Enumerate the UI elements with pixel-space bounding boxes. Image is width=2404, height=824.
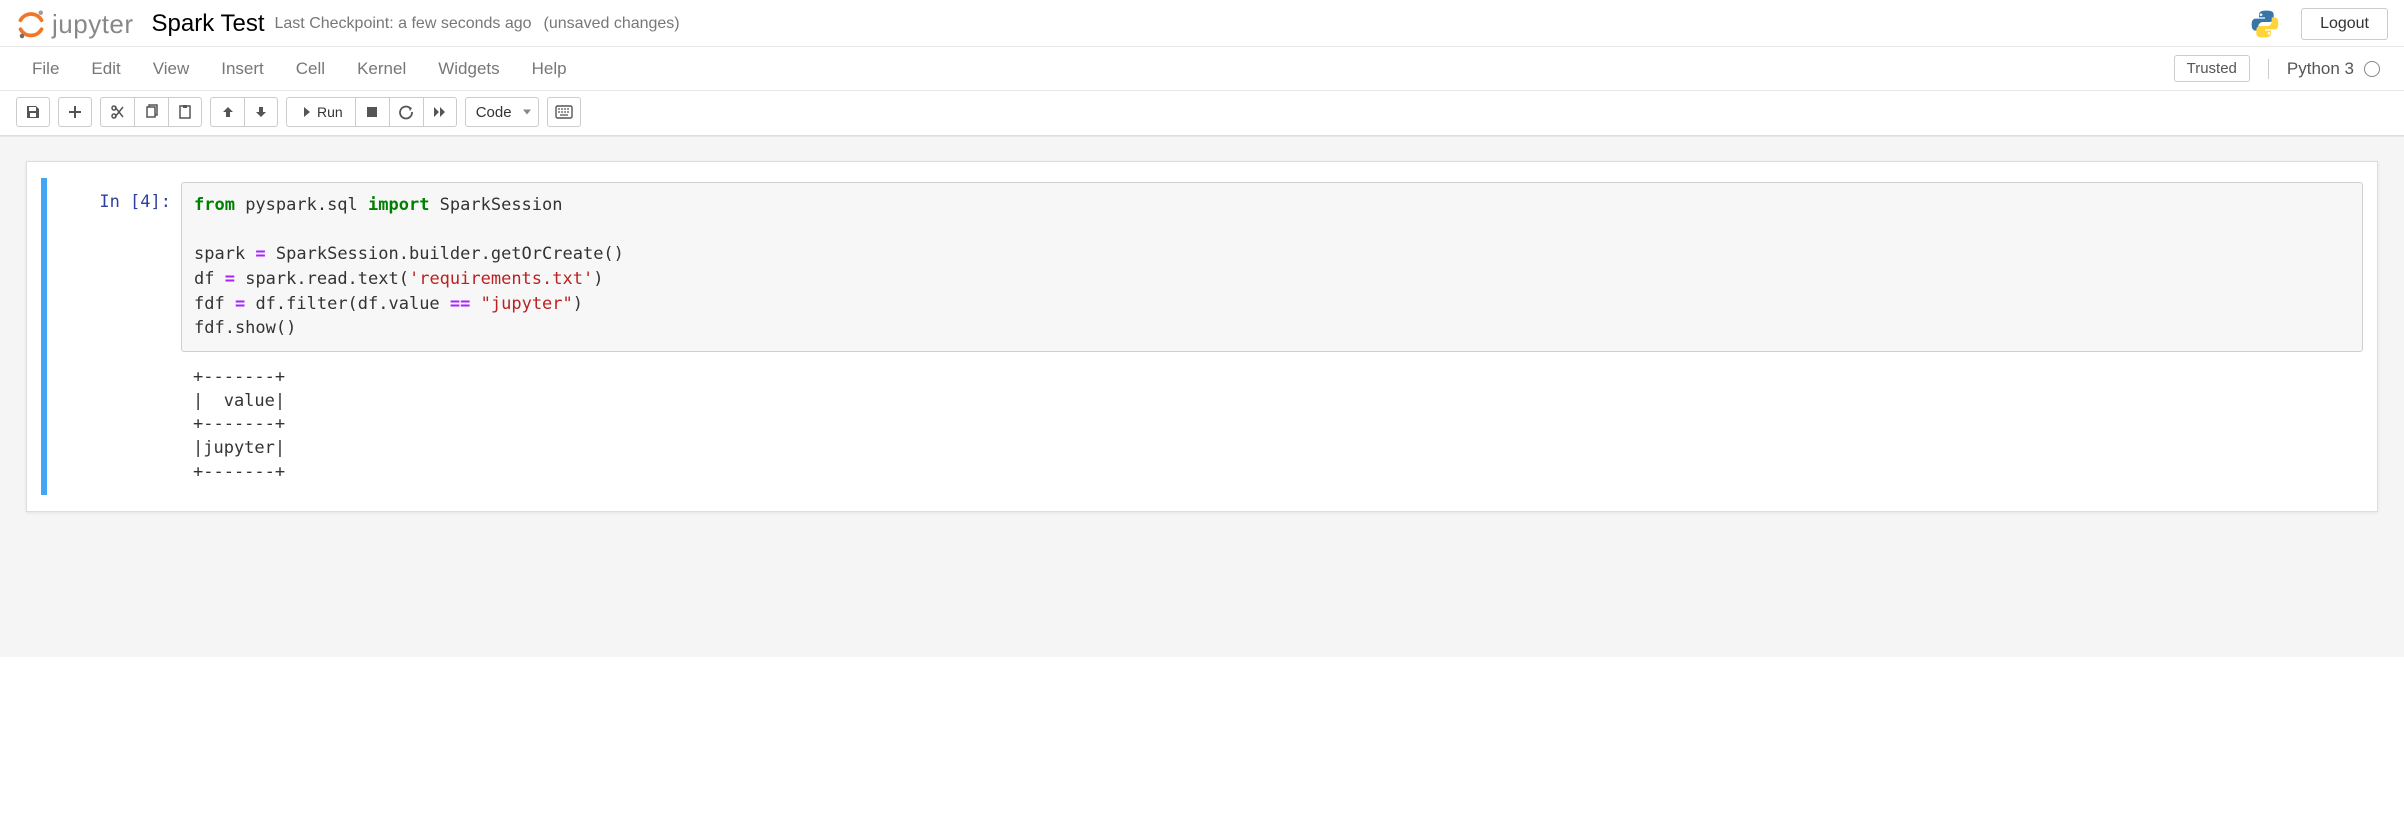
run-icon: [299, 106, 311, 118]
input-prompt: In [4]:: [41, 182, 181, 491]
arrow-up-icon: [221, 105, 235, 119]
cell-output: +-------+ | value| +-------+ |jupyter| +…: [181, 352, 2363, 491]
menu-help[interactable]: Help: [516, 49, 583, 89]
restart-icon: [398, 104, 414, 120]
notebook-container: In [4]: from pyspark.sql import SparkSes…: [26, 161, 2378, 512]
scissors-icon: [110, 104, 126, 120]
fast-forward-icon: [433, 105, 447, 119]
interrupt-kernel-button[interactable]: [355, 97, 389, 127]
save-button[interactable]: [16, 97, 50, 127]
menu-kernel[interactable]: Kernel: [341, 49, 422, 89]
keyboard-icon: [555, 105, 573, 119]
notebook-scroll-area[interactable]: In [4]: from pyspark.sql import SparkSes…: [0, 137, 2404, 657]
kernel-indicator[interactable]: Python 3: [2268, 59, 2380, 79]
notebook-name[interactable]: Spark Test: [152, 10, 265, 38]
autosave-status: (unsaved changes): [544, 15, 680, 33]
menu-insert[interactable]: Insert: [205, 49, 280, 89]
notebook-header: jupyter Spark Test Last Checkpoint: a fe…: [0, 0, 2404, 47]
arrow-down-icon: [254, 105, 268, 119]
plus-icon: [68, 105, 82, 119]
jupyter-logo[interactable]: jupyter: [16, 9, 134, 40]
restart-kernel-button[interactable]: [389, 97, 423, 127]
menu-file[interactable]: File: [16, 49, 75, 89]
paste-cell-button[interactable]: [168, 97, 202, 127]
menu-edit[interactable]: Edit: [75, 49, 136, 89]
checkpoint-status: Last Checkpoint: a few seconds ago: [275, 15, 532, 33]
jupyter-wordmark: jupyter: [52, 9, 134, 40]
menu-cell[interactable]: Cell: [280, 49, 341, 89]
toolbar: Run Code: [0, 91, 2404, 136]
menu-view[interactable]: View: [137, 49, 206, 89]
copy-icon: [144, 104, 160, 120]
menu-widgets[interactable]: Widgets: [422, 49, 515, 89]
code-input-area[interactable]: from pyspark.sql import SparkSession spa…: [181, 182, 2363, 352]
cell-type-select-wrap: Code: [465, 97, 539, 127]
restart-run-all-button[interactable]: [423, 97, 457, 127]
move-cell-down-button[interactable]: [244, 97, 278, 127]
jupyter-icon: [16, 9, 46, 39]
insert-cell-below-button[interactable]: [58, 97, 92, 127]
command-palette-button[interactable]: [547, 97, 581, 127]
kernel-idle-icon: [2364, 61, 2380, 77]
save-icon: [25, 104, 41, 120]
trusted-indicator[interactable]: Trusted: [2174, 55, 2250, 82]
copy-cell-button[interactable]: [134, 97, 168, 127]
menubar: File Edit View Insert Cell Kernel Widget…: [0, 47, 2404, 91]
cell-body: from pyspark.sql import SparkSession spa…: [181, 182, 2363, 491]
move-cell-up-button[interactable]: [210, 97, 244, 127]
code-cell[interactable]: In [4]: from pyspark.sql import SparkSes…: [41, 178, 2363, 495]
stop-icon: [366, 106, 378, 118]
cell-type-select[interactable]: Code: [465, 97, 539, 127]
logout-button[interactable]: Logout: [2301, 8, 2388, 40]
kernel-name: Python 3: [2287, 59, 2354, 79]
python-logo-icon: [2249, 8, 2281, 40]
cut-cell-button[interactable]: [100, 97, 134, 127]
paste-icon: [177, 104, 193, 120]
run-cell-button[interactable]: Run: [286, 97, 355, 127]
